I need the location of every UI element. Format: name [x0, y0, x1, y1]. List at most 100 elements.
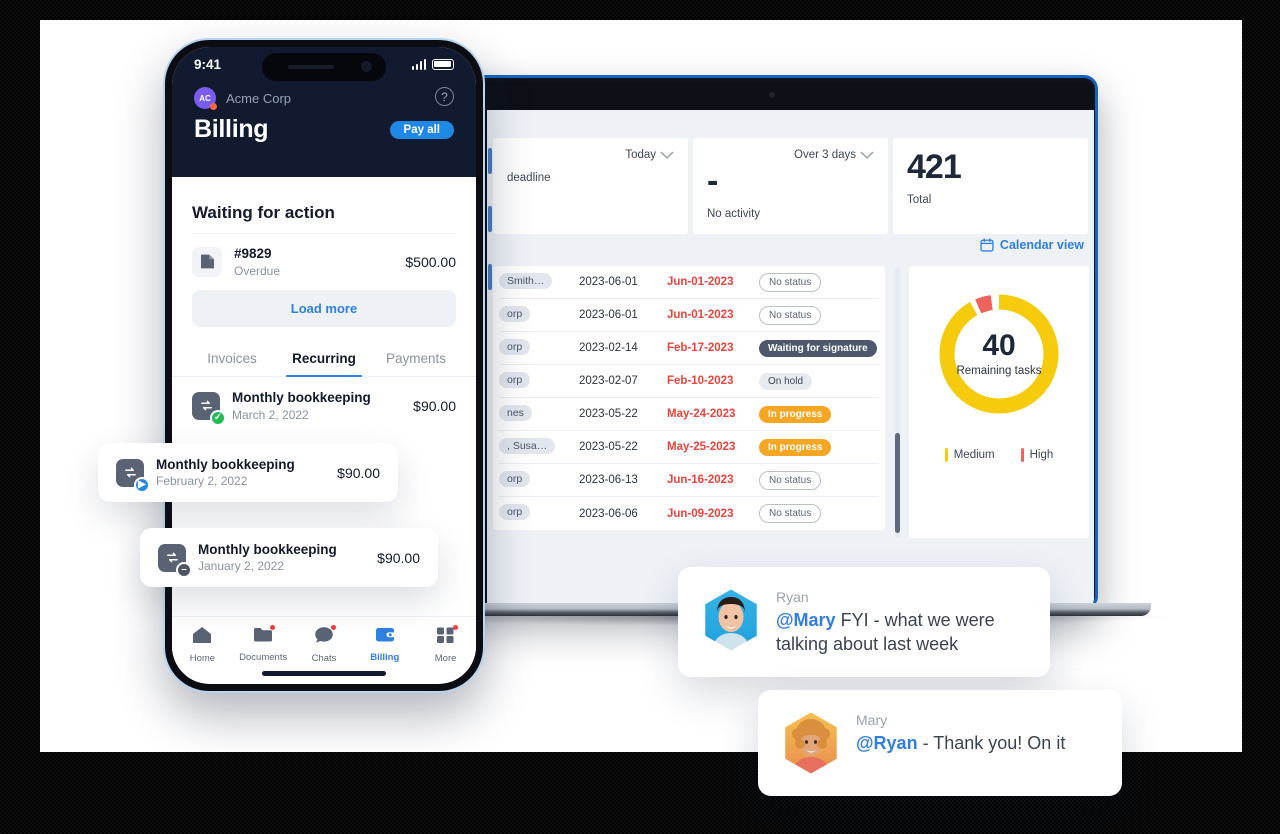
- phone-header: 9:41 AC Acme Corp ? Billing Pay all: [172, 47, 476, 177]
- laptop-screen: Today deadline Over 3 days - No activity…: [487, 110, 1094, 609]
- battery-icon: [432, 58, 454, 70]
- document-icon: [192, 246, 222, 277]
- legend-label: Medium: [953, 449, 995, 461]
- table-row[interactable]: Smith… 2023-06-01 Jun-01-2023 No status: [499, 266, 879, 299]
- name-chip: Smith…: [499, 272, 553, 289]
- help-circle-icon[interactable]: ?: [435, 87, 454, 106]
- stat-period-selector-over3days[interactable]: Over 3 days: [794, 148, 874, 162]
- cell-status: No status: [759, 504, 879, 523]
- donut-chart: 40 Remaining tasks: [935, 290, 1063, 418]
- minus-badge-icon: –: [176, 561, 192, 578]
- cell-date: 2023-05-22: [579, 441, 638, 453]
- card-amount: $90.00: [337, 464, 380, 481]
- sheet-heading: Waiting for action: [192, 203, 335, 222]
- laptop-bezel: Today deadline Over 3 days - No activity…: [450, 82, 1094, 609]
- floating-recurring-card-february[interactable]: ▶ Monthly bookkeeping February 2, 2022 $…: [98, 443, 398, 502]
- tab-payments[interactable]: Payments: [370, 343, 462, 376]
- table-row[interactable]: orp 2023-02-07 Feb-10-2023 On hold: [499, 365, 879, 398]
- card-date: January 2, 2022: [198, 559, 285, 573]
- mention-link[interactable]: @Ryan: [856, 733, 918, 753]
- cell-due-date: Jun-01-2023: [667, 309, 734, 321]
- table-row[interactable]: , Susa… 2023-05-22 May-25-2023 In progre…: [499, 431, 879, 464]
- dashboard-app: Today deadline Over 3 days - No activity…: [487, 110, 1094, 609]
- table-row[interactable]: orp 2023-02-14 Feb-17-2023 Waiting for s…: [499, 332, 879, 365]
- chat-bubble-mary[interactable]: Mary @Ryan - Thank you! On it: [758, 690, 1122, 796]
- name-chip: orp: [499, 305, 531, 322]
- card-title: Monthly bookkeeping: [198, 542, 337, 557]
- table-scrollbar[interactable]: [895, 268, 900, 538]
- recurring-amount: $90.00: [413, 397, 456, 414]
- legend-item: Medium: [944, 448, 995, 462]
- pay-all-button[interactable]: Pay all: [389, 120, 454, 139]
- legend-swatch: [1020, 448, 1024, 462]
- check-badge-icon: ✓: [210, 409, 226, 426]
- cell-name: , Susa…: [499, 437, 579, 457]
- chat-bubble-ryan[interactable]: Ryan @Mary FYI - what we were talking ab…: [678, 567, 1050, 677]
- name-chip: , Susa…: [499, 437, 556, 454]
- stat-label-total: Total: [907, 194, 932, 206]
- cell-name: orp: [499, 371, 579, 391]
- cell-due-date: Jun-01-2023: [667, 276, 734, 288]
- recurring-title: Monthly bookkeeping: [232, 390, 371, 405]
- table-row[interactable]: orp 2023-06-01 Jun-01-2023 No status: [499, 299, 879, 332]
- nav-label: More: [434, 653, 457, 664]
- cell-due-date: Feb-10-2023: [667, 375, 734, 387]
- cell-date: 2023-05-22: [579, 408, 638, 420]
- cell-name: orp: [499, 338, 579, 358]
- load-more-button[interactable]: Load more: [192, 290, 456, 327]
- stat-card-deadline: Today deadline: [493, 138, 688, 234]
- chevron-down-icon: [860, 151, 874, 159]
- chevron-down-icon: [660, 151, 674, 159]
- stat-value-activity: -: [707, 162, 718, 200]
- stat-period-label: Today: [625, 149, 656, 161]
- recurring-arrows-icon: ▶: [116, 458, 150, 493]
- nav-item-billing[interactable]: Billing: [354, 626, 415, 663]
- invoice-row[interactable]: #9829 Overdue $500.00: [172, 234, 476, 286]
- card-title: Monthly bookkeeping: [156, 457, 295, 472]
- notification-dot: [270, 625, 276, 630]
- cell-name: orp: [499, 470, 579, 490]
- cell-status: No status: [759, 305, 879, 325]
- floating-recurring-card-january[interactable]: – Monthly bookkeeping January 2, 2022 $9…: [140, 528, 438, 587]
- cell-date: 2023-06-01: [579, 309, 638, 321]
- nav-item-more[interactable]: More: [415, 625, 476, 664]
- avatar[interactable]: AC: [194, 87, 217, 110]
- cell-date: 2023-06-06: [579, 507, 638, 520]
- status-time: 9:41: [194, 56, 222, 72]
- phone-mockup: 9:41 AC Acme Corp ? Billing Pay all Wait…: [163, 38, 485, 693]
- org-row: AC Acme Corp ?: [172, 81, 476, 110]
- recurring-date: March 2, 2022: [232, 408, 309, 422]
- calendar-view-button[interactable]: Calendar view: [980, 238, 1084, 252]
- table-row[interactable]: nes 2023-05-22 May-24-2023 In progress: [499, 398, 879, 431]
- tab-invoices[interactable]: Invoices: [186, 343, 278, 376]
- nav-item-documents[interactable]: Documents: [233, 625, 294, 663]
- table-row[interactable]: orp 2023-06-13 Jun-16-2023 No status: [499, 464, 879, 497]
- stat-label-activity: No activity: [707, 208, 761, 220]
- phone-screen: 9:41 AC Acme Corp ? Billing Pay all Wait…: [172, 47, 476, 684]
- invoice-status: Overdue: [234, 264, 281, 278]
- cell-date: 2023-02-14: [579, 342, 638, 354]
- webcam-icon: [769, 92, 775, 98]
- notification-dot: [331, 625, 336, 630]
- name-chip: nes: [499, 404, 532, 421]
- page-title: Billing: [194, 115, 269, 143]
- remaining-tasks-chart-card: 40 Remaining tasks Medium High: [909, 266, 1089, 538]
- tab-recurring[interactable]: Recurring: [278, 343, 370, 377]
- stat-period-selector-today[interactable]: Today: [625, 148, 674, 162]
- nav-item-home[interactable]: Home: [172, 626, 233, 664]
- donut-center: 40 Remaining tasks: [935, 290, 1063, 418]
- nav-label: Documents: [239, 652, 288, 663]
- scrollbar-thumb[interactable]: [895, 433, 900, 533]
- nav-item-chats[interactable]: Chats: [294, 625, 355, 664]
- table-row[interactable]: orp 2023-06-06 Jun-09-2023 No status: [499, 497, 879, 530]
- invoice-amount: $500.00: [405, 253, 456, 270]
- chat-message-text: - Thank you! On it: [917, 733, 1066, 753]
- play-badge-icon: ▶: [134, 476, 150, 493]
- cell-status: On hold: [759, 372, 879, 390]
- mention-link[interactable]: @Mary: [776, 610, 836, 630]
- calendar-view-label: Calendar view: [999, 238, 1084, 252]
- recurring-row[interactable]: ✓ Monthly bookkeeping March 2, 2022 $90.…: [172, 377, 476, 430]
- name-chip: orp: [499, 371, 531, 388]
- cell-date: 2023-06-01: [579, 276, 638, 288]
- chart-legend: Medium High: [944, 448, 1053, 462]
